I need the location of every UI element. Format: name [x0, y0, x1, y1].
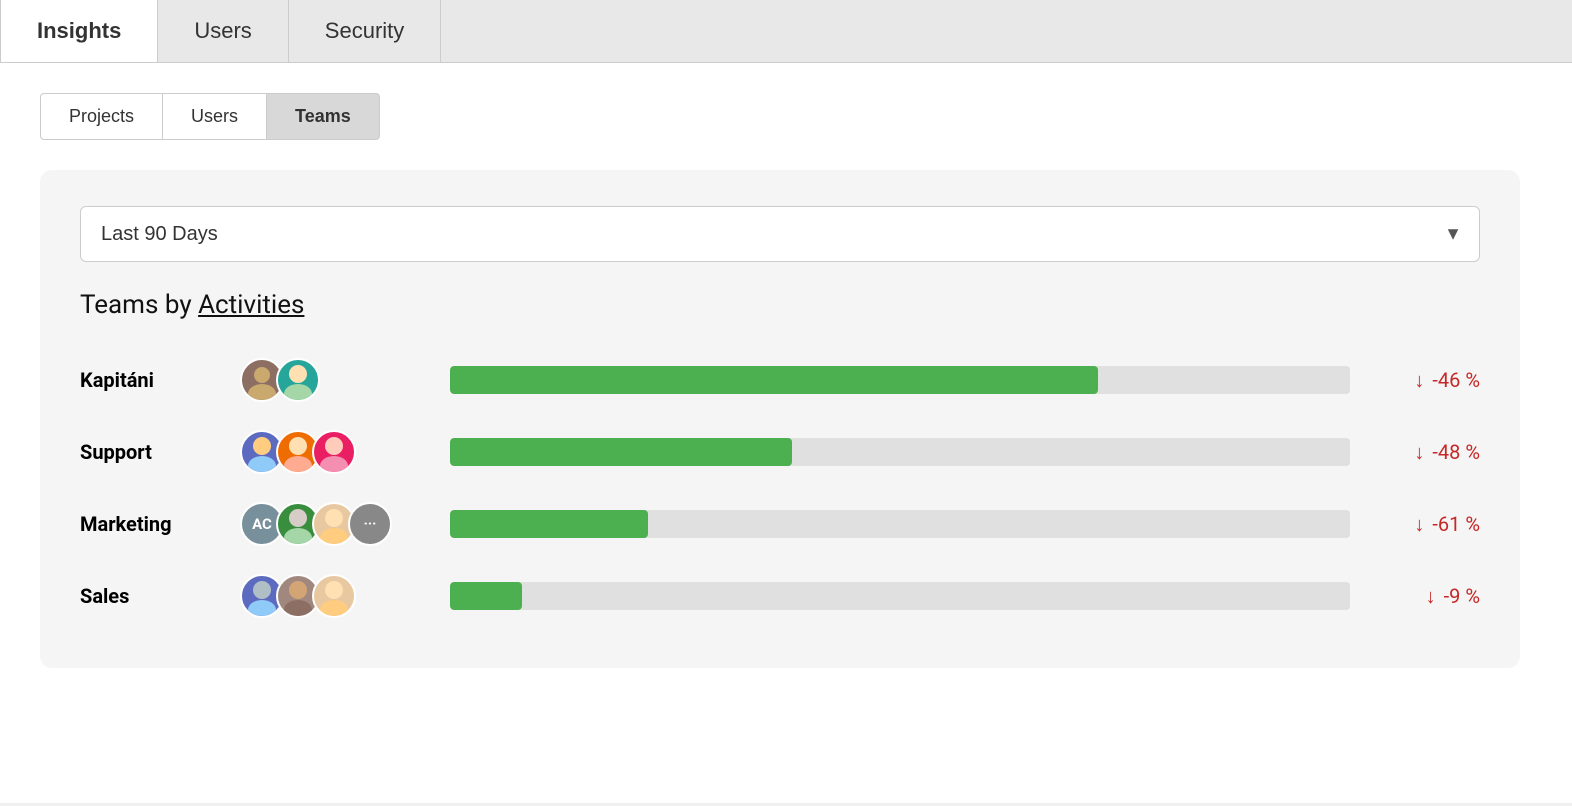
- team-name-marketing: Marketing: [80, 512, 240, 536]
- team-bar-fill-sales: [450, 582, 522, 610]
- section-title-prefix: Teams by: [80, 290, 198, 320]
- team-name-sales: Sales: [80, 584, 240, 608]
- section-title: Teams by Activities: [80, 290, 1480, 320]
- sub-tab-projects[interactable]: Projects: [40, 93, 163, 140]
- sub-tab-teams[interactable]: Teams: [266, 93, 380, 140]
- team-bar-container-kapitani: [450, 366, 1350, 394]
- tab-users[interactable]: Users: [158, 0, 288, 62]
- team-avatars-kapitani: [240, 358, 400, 402]
- percent-value: -46 %: [1432, 368, 1480, 392]
- percent-value: -48 %: [1432, 440, 1480, 464]
- arrow-down-icon: ↓: [1414, 512, 1424, 537]
- team-bar-container-sales: [450, 582, 1350, 610]
- team-avatars-support: [240, 430, 400, 474]
- team-percent-sales: ↓ -9 %: [1370, 584, 1480, 609]
- arrow-down-icon: ↓: [1426, 584, 1436, 609]
- main-content: Projects Users Teams Last 7 DaysLast 30 …: [0, 63, 1572, 803]
- teams-list: Kapitáni: [80, 344, 1480, 632]
- team-bar-fill-kapitani: [450, 366, 1098, 394]
- team-name-kapitani: Kapitáni: [80, 368, 240, 392]
- team-avatars-sales: [240, 574, 400, 618]
- sub-tabs-bar: Projects Users Teams: [40, 93, 1532, 140]
- avatar: [312, 574, 356, 618]
- team-percent-marketing: ↓ -61 %: [1370, 512, 1480, 537]
- tab-insights[interactable]: Insights: [0, 0, 158, 62]
- sub-tab-users[interactable]: Users: [162, 93, 267, 140]
- team-row: Support: [80, 416, 1480, 488]
- arrow-down-icon: ↓: [1414, 368, 1424, 393]
- arrow-down-icon: ↓: [1414, 440, 1424, 465]
- more-avatars-icon: ···: [348, 502, 392, 546]
- section-title-link[interactable]: Activities: [198, 290, 304, 320]
- team-percent-kapitani: ↓ -46 %: [1370, 368, 1480, 393]
- percent-value: -61 %: [1432, 512, 1480, 536]
- date-range-wrapper: Last 7 DaysLast 30 DaysLast 90 DaysLast …: [80, 206, 1480, 262]
- team-bar-container-support: [450, 438, 1350, 466]
- team-bar-fill-support: [450, 438, 792, 466]
- team-row: Kapitáni: [80, 344, 1480, 416]
- percent-value: -9 %: [1444, 584, 1480, 608]
- teams-card: Last 7 DaysLast 30 DaysLast 90 DaysLast …: [40, 170, 1520, 668]
- tab-security[interactable]: Security: [289, 0, 441, 62]
- team-bar-container-marketing: [450, 510, 1350, 538]
- team-bar-fill-marketing: [450, 510, 648, 538]
- date-range-select[interactable]: Last 7 DaysLast 30 DaysLast 90 DaysLast …: [80, 206, 1480, 262]
- top-tabs-bar: Insights Users Security: [0, 0, 1572, 63]
- team-row: Sales: [80, 560, 1480, 632]
- team-avatars-marketing: AC ···: [240, 502, 400, 546]
- team-percent-support: ↓ -48 %: [1370, 440, 1480, 465]
- avatar: [312, 430, 356, 474]
- date-range-container: Last 7 DaysLast 30 DaysLast 90 DaysLast …: [80, 206, 1480, 262]
- avatar: [276, 358, 320, 402]
- team-row: Marketing AC ··: [80, 488, 1480, 560]
- team-name-support: Support: [80, 440, 240, 464]
